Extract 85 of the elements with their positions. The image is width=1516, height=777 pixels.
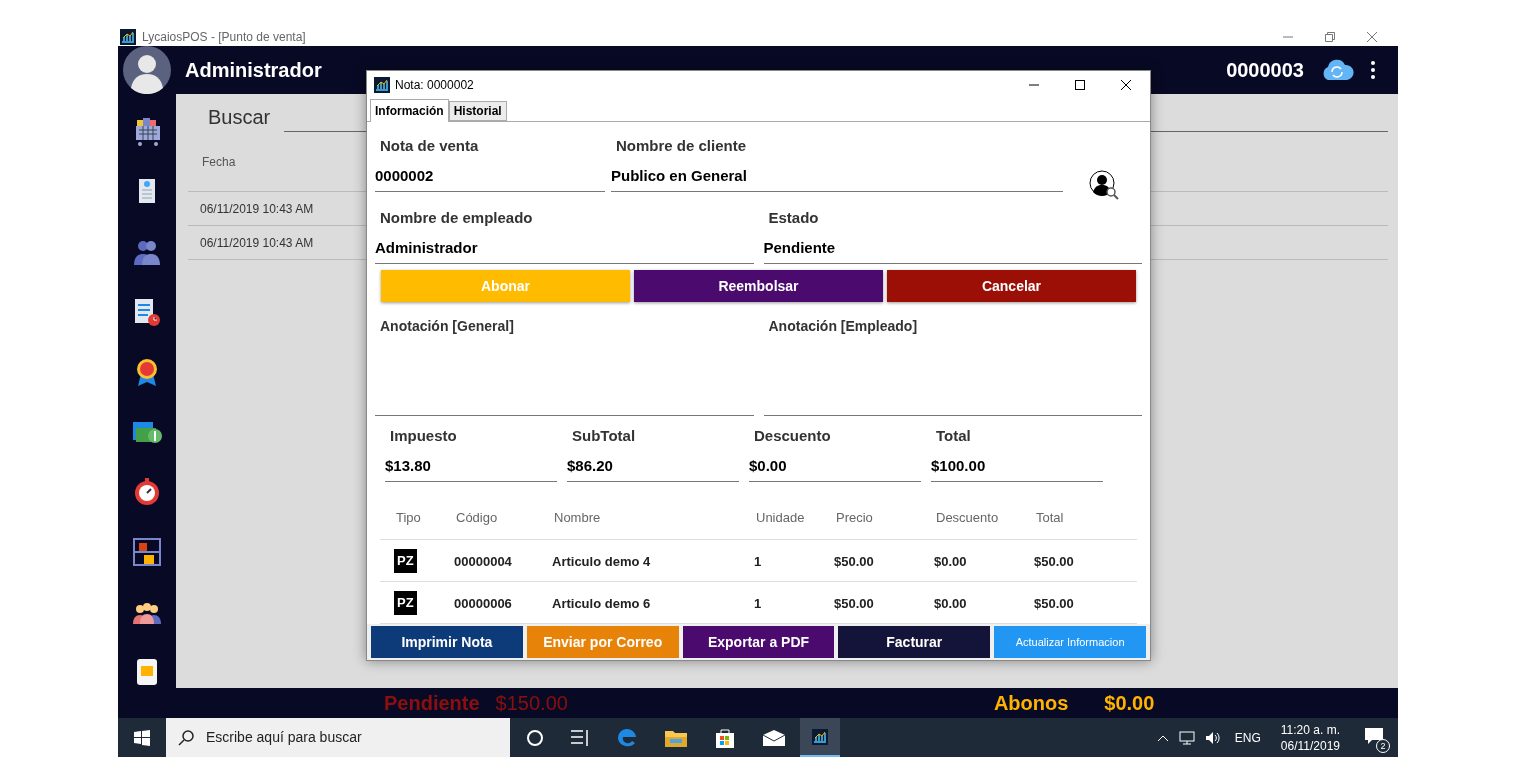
footer-button[interactable]: Facturar (838, 626, 991, 658)
browser-icon[interactable] (616, 726, 638, 749)
note-number: 0000003 (1226, 58, 1304, 83)
unit-type-badge: PZ (394, 549, 417, 573)
close-icon[interactable] (1120, 78, 1132, 91)
table-cell: 00000004 (454, 553, 512, 569)
restore-icon[interactable] (1324, 31, 1336, 43)
column-header: Nombre (553, 508, 602, 527)
table-cell: Articulo demo 6 (552, 595, 651, 611)
shelf-boxes-icon[interactable] (131, 536, 163, 568)
pending-label: Pendiente (384, 691, 480, 716)
text-field[interactable]: Publico en General (611, 164, 1063, 192)
notifications-icon[interactable] (1364, 726, 1384, 745)
action-button[interactable]: Reembolsar (634, 270, 883, 302)
customer-search-icon[interactable] (1089, 170, 1119, 200)
mail-icon[interactable] (762, 728, 786, 747)
table-cell: $50.00 (1034, 553, 1074, 569)
column-header: Descuento (935, 508, 1000, 527)
search-icon (178, 729, 194, 746)
notification-count: 2 (1376, 738, 1390, 753)
table-cell: $50.00 (834, 595, 874, 611)
text-field[interactable]: $13.80 (385, 454, 557, 482)
field-label: Nota de venta (379, 136, 480, 156)
chart-logo-icon (120, 29, 136, 45)
table-cell: 1 (754, 553, 762, 569)
field-label: Nombre de empleado (379, 208, 534, 228)
language-indicator[interactable]: ENG (1234, 728, 1261, 747)
search-label: Buscar (208, 105, 271, 130)
field-label: Nombre de cliente (615, 136, 748, 156)
windows-start-icon[interactable] (134, 729, 150, 746)
payments-amount: $0.00 (1104, 691, 1155, 716)
user-name: Administrador (185, 58, 322, 83)
table-cell: $0.00 (934, 553, 967, 569)
window-title: LycaiosPOS - [Punto de venta] (142, 29, 306, 46)
maximize-icon[interactable] (1074, 78, 1086, 91)
avatar[interactable] (123, 46, 171, 94)
text-field[interactable]: Administrador (375, 236, 754, 264)
text-field[interactable]: 0000002 (375, 164, 605, 192)
annotation-field[interactable]: Anotación [Empleado] (763, 314, 1142, 416)
column-header: Tipo (395, 508, 422, 527)
dialog-title: Nota: 0000002 (395, 76, 474, 94)
field-label: Descuento (753, 426, 832, 446)
text-field[interactable]: $0.00 (749, 454, 921, 482)
taskbar-app-button[interactable] (800, 718, 840, 757)
payments-label: Abonos (993, 691, 1069, 716)
table-cell: 00000006 (454, 595, 512, 611)
field-label: Total (935, 426, 972, 446)
more-options-icon[interactable] (1370, 60, 1376, 80)
tab[interactable]: Historial (448, 101, 507, 121)
clock-date: 06/11/2019 (1280, 737, 1340, 754)
column-header: Fecha (202, 153, 236, 171)
speaker-icon[interactable] (1204, 730, 1221, 745)
field-label: Impuesto (389, 426, 458, 446)
text-field[interactable]: $86.20 (567, 454, 739, 482)
store-bag-icon[interactable] (714, 726, 736, 749)
table-cell: Articulo demo 4 (552, 553, 651, 569)
table-cell-text: 06/11/2019 10:43 AM (200, 200, 314, 218)
text-field[interactable]: $100.00 (931, 454, 1103, 482)
table-cell: 1 (754, 595, 762, 611)
chevron-up-icon[interactable] (1156, 733, 1169, 742)
field-label: Estado (767, 208, 820, 228)
field-label: SubTotal (571, 426, 637, 446)
table-cell: $50.00 (1034, 595, 1074, 611)
column-header: Unidade (755, 508, 806, 527)
footer-button[interactable]: Imprimir Nota (371, 626, 523, 658)
taskbar-search-field[interactable]: Escribe aquí para buscar (166, 718, 510, 757)
annotation-field[interactable]: Anotación [General] (375, 314, 754, 416)
pending-amount: $150.00 (495, 691, 568, 716)
column-header: Precio (835, 508, 874, 527)
tab[interactable]: Información (370, 99, 449, 122)
network-icon[interactable] (1178, 730, 1195, 745)
column-header: Código (455, 508, 499, 527)
action-button[interactable]: Cancelar (887, 270, 1136, 302)
clock-time: 11:20 a. m. (1280, 721, 1340, 738)
chart-logo-icon (374, 76, 390, 93)
task-view-icon[interactable] (570, 728, 590, 747)
task-view-circle-icon[interactable] (526, 728, 544, 747)
chart-logo-icon (812, 728, 828, 745)
text-field[interactable]: Pendiente (763, 236, 1142, 264)
table-cell-text: 06/11/2019 10:43 AM (200, 234, 314, 252)
column-header: Total (1035, 508, 1065, 527)
footer-button[interactable]: Exportar a PDF (682, 626, 835, 658)
unit-type-badge: PZ (394, 591, 417, 615)
table-cell: $50.00 (834, 553, 874, 569)
table-cell: $0.00 (934, 595, 967, 611)
